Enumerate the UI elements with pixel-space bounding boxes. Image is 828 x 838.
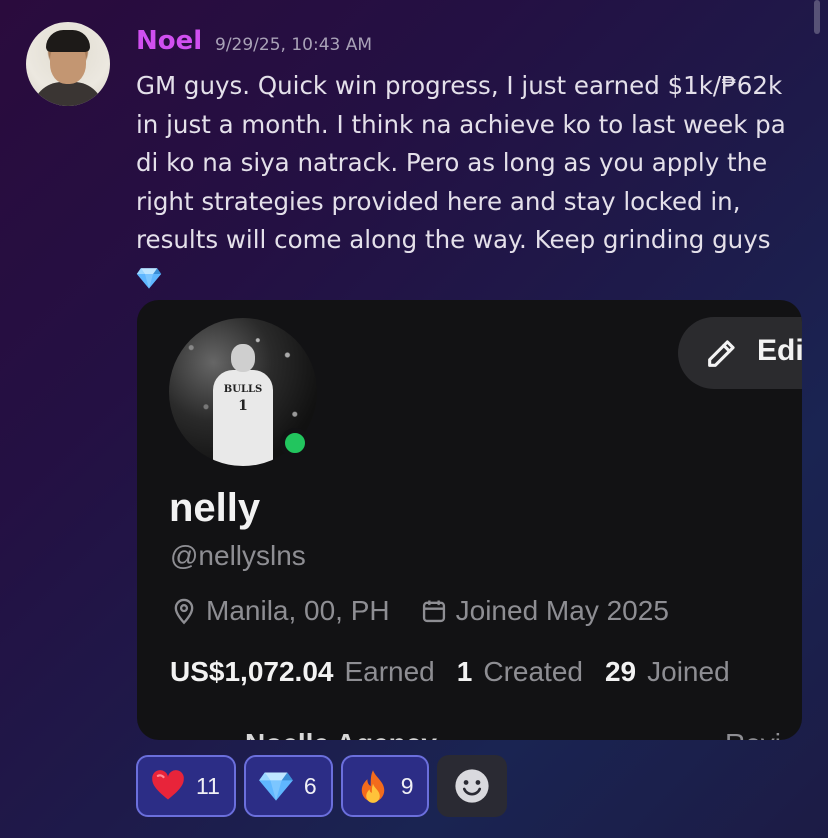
profile-display-name: nelly — [169, 486, 261, 530]
message-body: GM guys. Quick win progress, I just earn… — [136, 67, 806, 298]
heart-icon — [152, 770, 184, 800]
add-reaction-button[interactable] — [437, 755, 508, 817]
created-label: Created — [483, 656, 583, 687]
reaction-bar: 11 6 9 — [136, 755, 508, 817]
profile-meta: Manila, 00, PH Joined May 2025 — [170, 595, 669, 627]
profile-handle: @nellyslns — [170, 540, 306, 571]
message-text: GM guys. Quick win progress, I just earn… — [136, 71, 786, 254]
jersey-team: BULLS — [223, 384, 263, 395]
author-name[interactable]: Noel — [136, 26, 202, 56]
profile-card: BULLS 1 Edi nelly @nellyslns Manila, 00,… — [137, 300, 802, 740]
profile-joined-date: Joined May 2025 — [455, 595, 669, 626]
reaction-gem[interactable]: 6 — [243, 755, 333, 817]
message-timestamp: 9/29/25, 10:43 AM — [215, 35, 373, 55]
location-pin-icon — [174, 598, 194, 625]
reaction-count: 11 — [196, 772, 220, 799]
earned-label: Earned — [344, 656, 435, 687]
created-value: 1 — [456, 656, 473, 687]
reaction-count: 9 — [400, 772, 414, 799]
reaction-fire[interactable]: 9 — [340, 755, 430, 817]
jersey-number: 1 — [238, 398, 248, 414]
profile-location: Manila, 00, PH — [206, 595, 390, 626]
reaction-count: 6 — [303, 772, 317, 799]
scrollbar[interactable] — [814, 0, 820, 34]
partial-tab-left[interactable]: Noelle Agency — [245, 728, 437, 740]
smiley-icon — [455, 769, 490, 803]
calendar-icon — [422, 600, 445, 623]
joined-value: 29 — [604, 656, 637, 687]
pencil-icon — [708, 340, 735, 367]
gem-icon — [136, 267, 162, 289]
author-avatar[interactable] — [26, 22, 110, 106]
earned-value: US$1,072.04 — [170, 656, 334, 687]
fire-icon — [361, 770, 384, 803]
edit-profile-button[interactable]: Edi — [678, 317, 802, 389]
reaction-heart[interactable]: 11 — [136, 755, 236, 817]
online-status-dot — [280, 428, 310, 458]
gem-icon — [259, 772, 293, 801]
partial-tab-right[interactable]: Revi — [725, 728, 781, 740]
edit-profile-label: Edi — [757, 334, 802, 367]
profile-stats: US$1,072.04 Earned 1 Created 29 Joined — [170, 656, 752, 688]
joined-label: Joined — [647, 656, 730, 687]
